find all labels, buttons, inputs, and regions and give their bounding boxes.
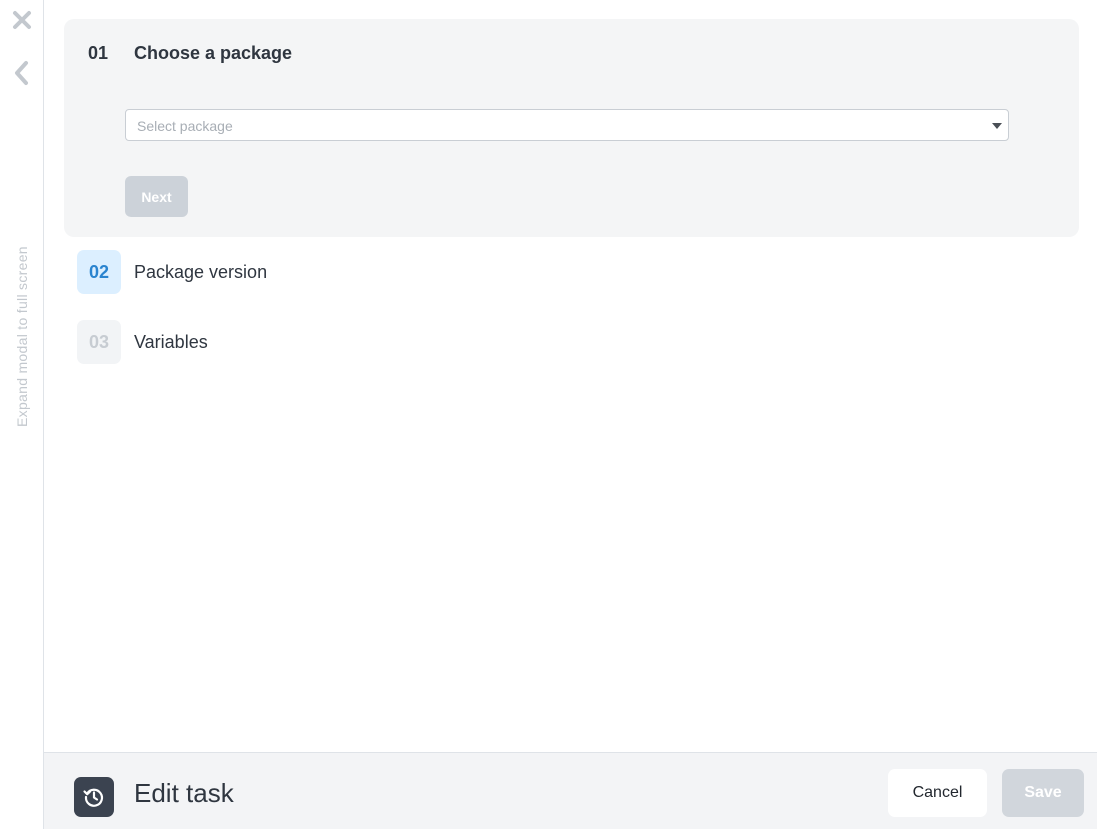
package-select[interactable]: Select package (125, 109, 1009, 141)
side-rail: Expand modal to full screen (0, 0, 44, 829)
step-number: 01 (88, 43, 109, 63)
step-choose-package: 01 Choose a package Select package Next (64, 19, 1079, 237)
cancel-button[interactable]: Cancel (888, 769, 987, 817)
modal-title: Edit task (134, 778, 234, 808)
step-package-version[interactable]: 02 Package version (77, 250, 267, 294)
chevron-left-icon[interactable] (9, 60, 35, 86)
wizard-main: 01 Choose a package Select package Next … (44, 0, 1097, 752)
step-number-badge: 02 (77, 250, 121, 294)
save-button[interactable]: Save (1002, 769, 1084, 817)
next-button[interactable]: Next (125, 176, 188, 217)
expand-fullscreen-toggle[interactable]: Expand modal to full screen (10, 232, 34, 442)
step-number-badge: 03 (77, 320, 121, 364)
package-select-placeholder: Select package (137, 118, 233, 134)
modal-footer: Edit task Cancel Save (44, 752, 1097, 829)
step-title: Choose a package (134, 43, 293, 63)
step-label: Variables (134, 331, 208, 352)
step-label: Package version (134, 261, 268, 282)
step-variables[interactable]: 03 Variables (77, 320, 208, 364)
history-icon (74, 777, 114, 817)
dropdown-caret-icon (992, 123, 1002, 129)
close-icon[interactable] (9, 7, 35, 33)
